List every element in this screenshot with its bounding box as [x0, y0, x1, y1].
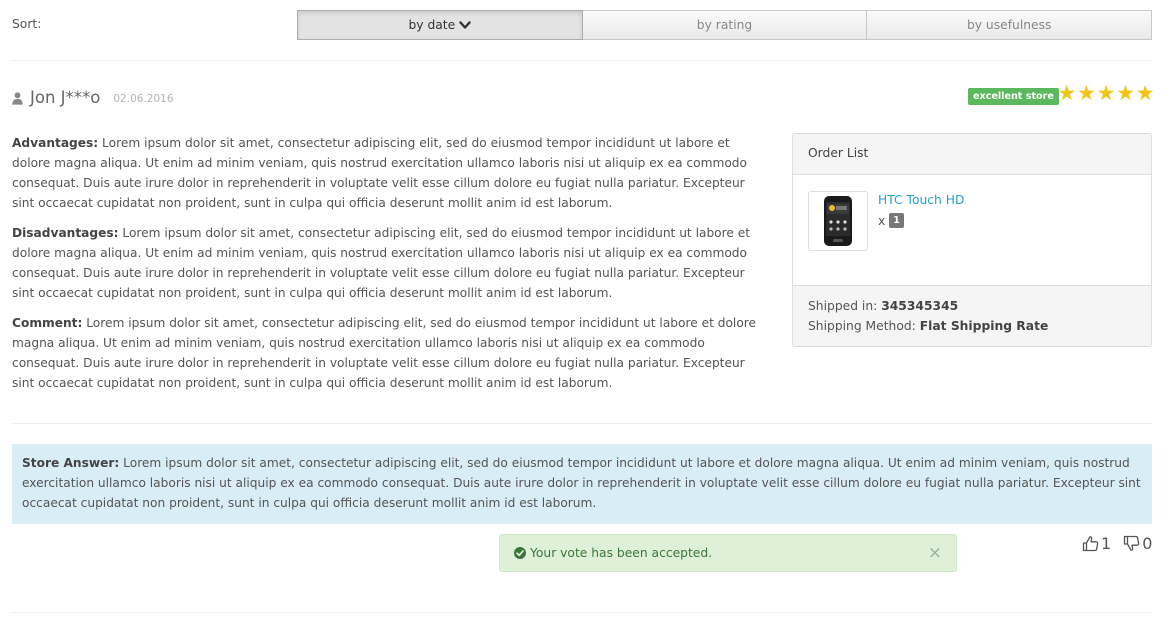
shipping-method-row: Shipping Method: Flat Shipping Rate — [808, 316, 1136, 336]
comment-paragraph: Comment: Lorem ipsum dolor sit amet, con… — [12, 313, 767, 393]
sort-bar: Sort: by date by rating by usefulness — [12, 10, 1153, 40]
thumbs-down-icon — [1124, 535, 1140, 551]
star-icon: ★ — [1057, 81, 1077, 105]
store-answer-text: Lorem ipsum dolor sit amet, consectetur … — [22, 456, 1141, 510]
vote-up-count: 1 — [1101, 534, 1112, 553]
quantity-badge: 1 — [889, 213, 904, 228]
shipped-in-value: 345345345 — [881, 299, 959, 313]
review-author: Jon J***o 02.06.2016 — [12, 86, 174, 108]
thumbs-up-icon — [1082, 536, 1099, 552]
sort-by-rating-button[interactable]: by rating — [582, 10, 868, 40]
disadvantages-paragraph: Disadvantages: Lorem ipsum dolor sit ame… — [12, 223, 767, 303]
alert-close-button[interactable]: × — [928, 544, 942, 562]
advantages-label: Advantages: — [12, 136, 99, 150]
star-icon: ★ — [1116, 81, 1135, 105]
sort-label: Sort: — [12, 17, 42, 31]
vote-down-count: 0 — [1142, 534, 1153, 553]
review-date: 02.06.2016 — [113, 93, 174, 105]
alert-message: Your vote has been accepted. — [530, 546, 713, 560]
product-link[interactable]: HTC Touch HD — [878, 193, 964, 207]
shipping-method-value: Flat Shipping Rate — [919, 319, 1049, 333]
star-rating: ★ ★ ★ ★ ★ — [1057, 82, 1155, 104]
advantages-paragraph: Advantages: Lorem ipsum dolor sit amet, … — [12, 133, 767, 213]
check-circle-icon — [514, 547, 526, 559]
order-list-title: Order List — [793, 134, 1151, 175]
sort-by-date-button[interactable]: by date — [297, 10, 583, 40]
star-icon: ★ — [1076, 81, 1096, 105]
divider — [12, 60, 1152, 61]
user-icon — [12, 91, 23, 105]
sort-by-usefulness-button[interactable]: by usefulness — [867, 10, 1153, 40]
disadvantages-label: Disadvantages: — [12, 226, 119, 240]
shipping-info: Shipped in: 345345345 Shipping Method: F… — [793, 286, 1151, 346]
product-thumbnail[interactable] — [808, 191, 868, 251]
comment-label: Comment: — [12, 316, 83, 330]
star-icon: ★ — [1096, 81, 1116, 105]
review-body: Advantages: Lorem ipsum dolor sit amet, … — [12, 133, 767, 403]
divider — [12, 612, 1152, 613]
chevron-down-icon — [459, 20, 471, 30]
disadvantages-text: Lorem ipsum dolor sit amet, consectetur … — [12, 226, 751, 300]
sort-by-date-label: by date — [408, 18, 456, 32]
store-answer-label: Store Answer: — [22, 456, 120, 470]
advantages-text: Lorem ipsum dolor sit amet, consectetur … — [12, 136, 747, 210]
order-item: HTC Touch HD x 1 — [793, 175, 1151, 286]
vote-down-button[interactable]: 0 — [1123, 534, 1152, 553]
shipped-in-row: Shipped in: 345345345 — [808, 296, 1136, 316]
shipped-in-label: Shipped in: — [808, 299, 878, 313]
divider — [12, 423, 1152, 424]
store-rating-badge: excellent store — [968, 88, 1059, 105]
quantity-prefix: x — [878, 213, 886, 228]
phone-image — [824, 196, 852, 246]
vote-accepted-alert: Your vote has been accepted. × — [499, 534, 957, 572]
author-name: Jon J***o — [30, 87, 101, 107]
shipping-method-label: Shipping Method: — [808, 319, 916, 333]
comment-text: Lorem ipsum dolor sit amet, consectetur … — [12, 316, 757, 390]
sort-button-group: by date by rating by usefulness — [297, 10, 1153, 40]
star-icon: ★ — [1135, 81, 1155, 105]
store-answer: Store Answer: Lorem ipsum dolor sit amet… — [12, 444, 1152, 524]
sort-by-rating-label: by rating — [696, 18, 753, 32]
vote-controls: 1 0 — [1082, 534, 1152, 553]
order-list-panel: Order List HTC Touch HD x 1 Shipped in: … — [792, 133, 1152, 347]
quantity-row: x 1 — [878, 213, 904, 228]
sort-by-usefulness-label: by usefulness — [966, 18, 1052, 32]
vote-up-button[interactable]: 1 — [1082, 534, 1111, 553]
